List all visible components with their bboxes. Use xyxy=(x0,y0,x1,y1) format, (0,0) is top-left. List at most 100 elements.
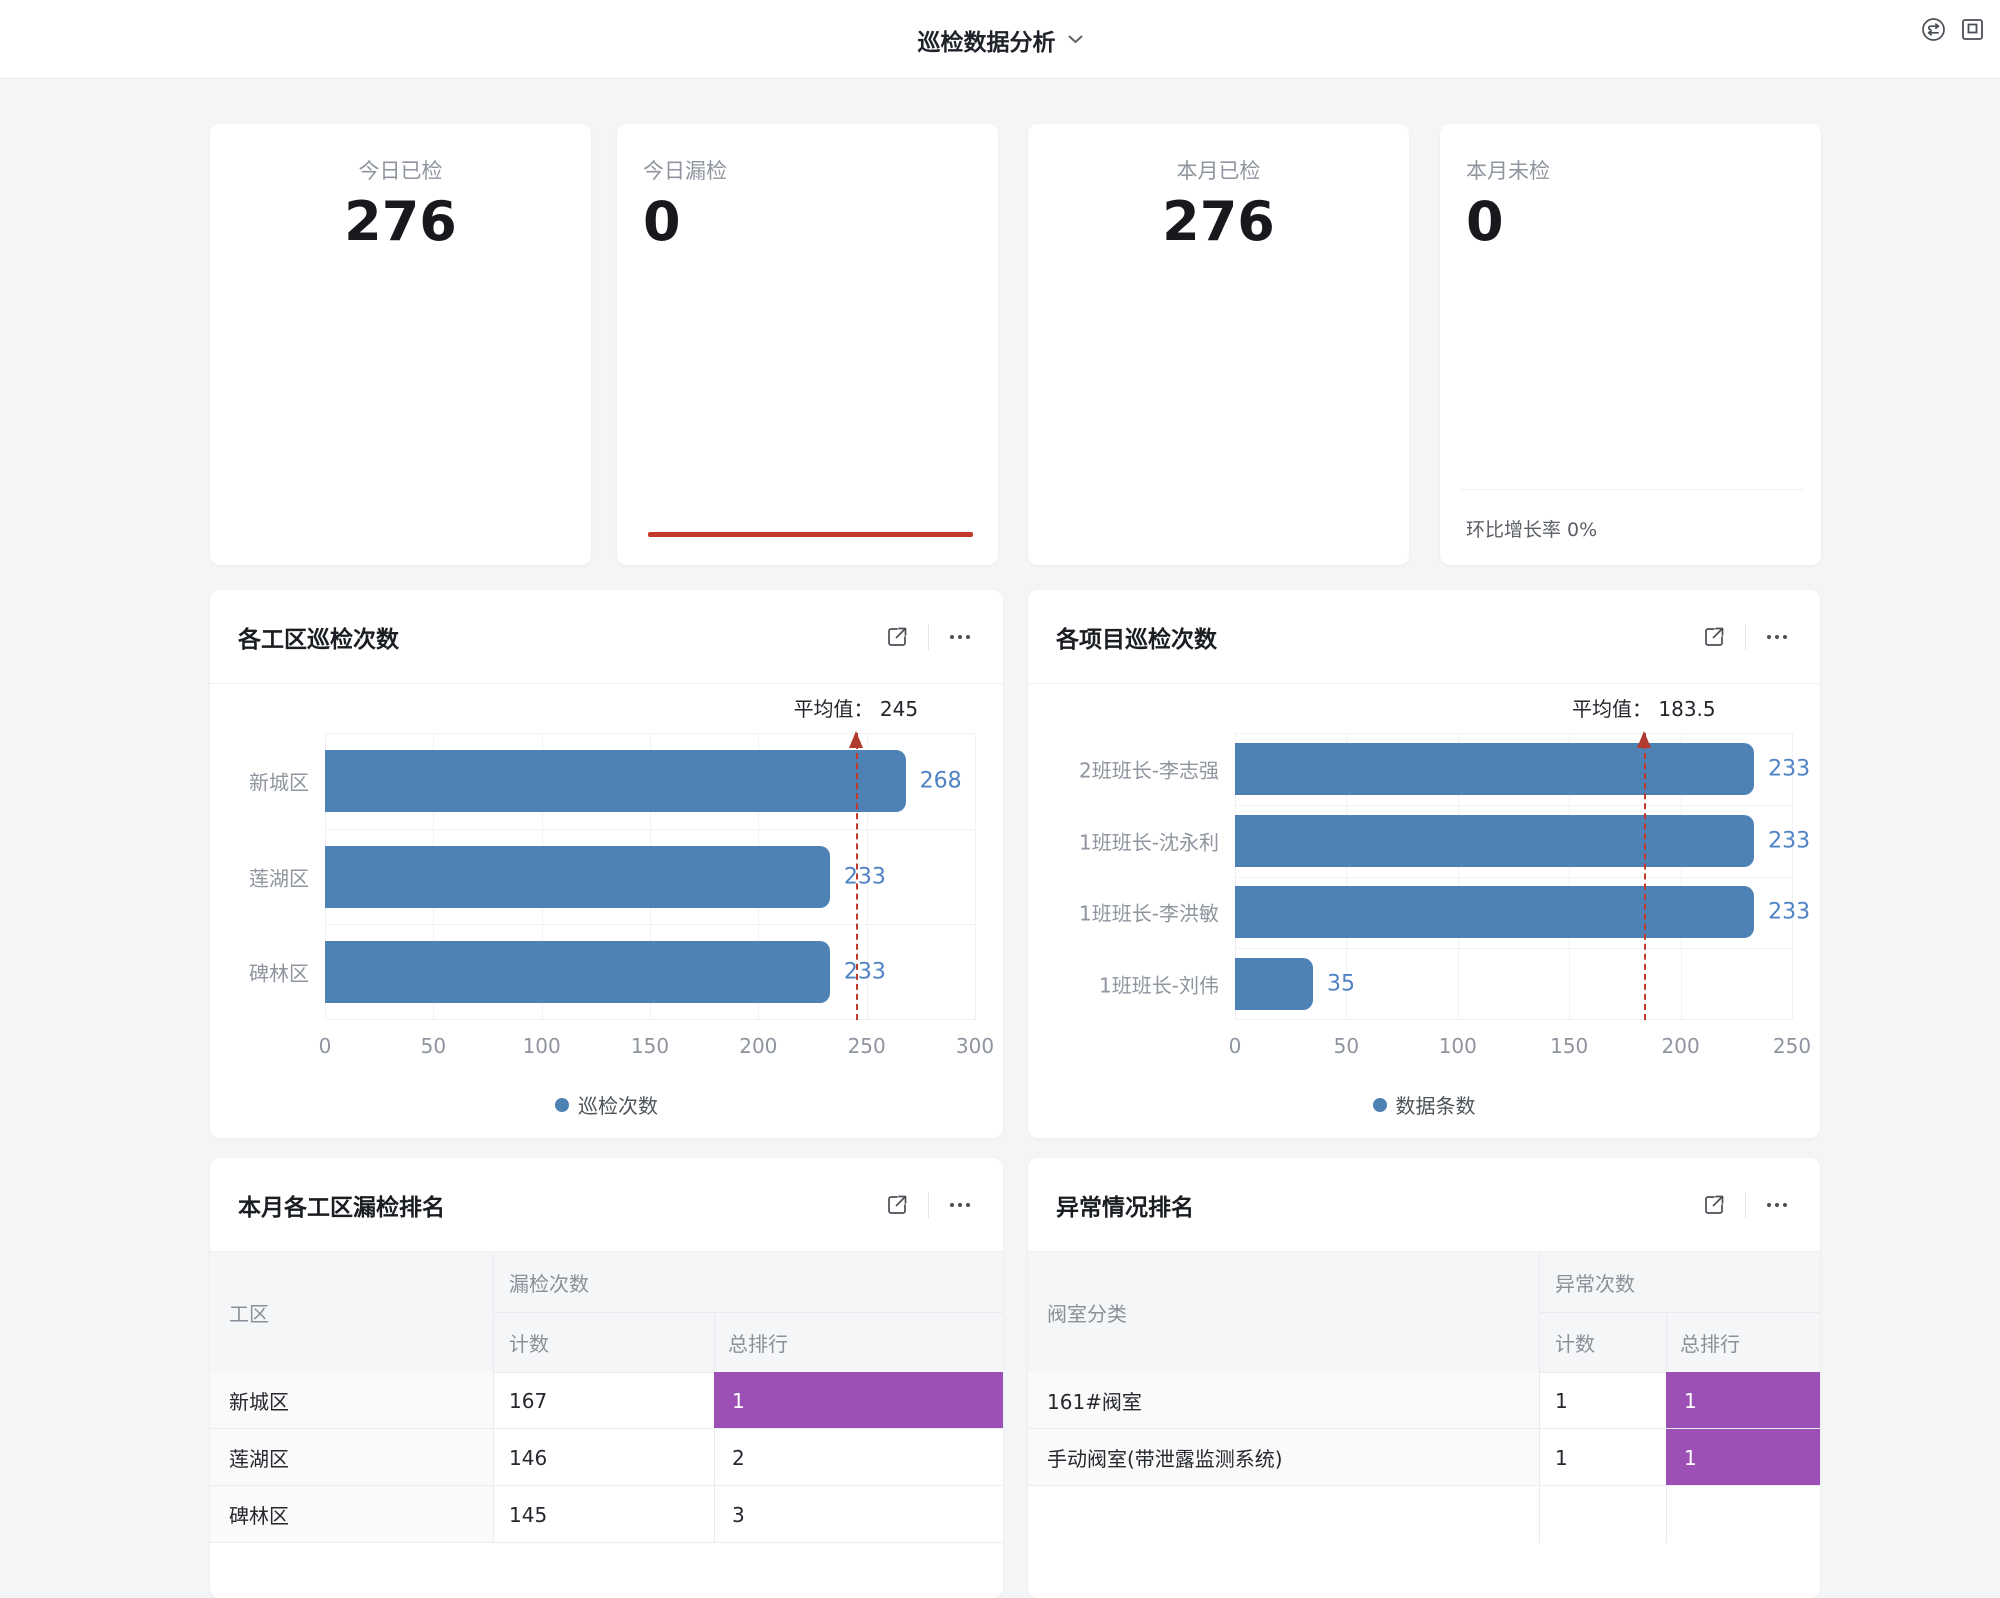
column-header-rank: 总排行 xyxy=(728,1312,788,1372)
page-title-dropdown[interactable]: 巡检数据分析 xyxy=(0,0,2000,79)
more-options-icon[interactable] xyxy=(947,1192,973,1218)
chart-legend[interactable]: 数据条数 xyxy=(1028,1090,1820,1119)
cell-count: 146 xyxy=(509,1429,547,1486)
swap-refresh-icon[interactable] xyxy=(1920,16,1947,43)
column-header-rank: 总排行 xyxy=(1680,1312,1740,1372)
axis-tick-label: 100 xyxy=(523,1034,561,1058)
gridline xyxy=(1235,948,1792,949)
bar-莲湖区 xyxy=(325,846,830,908)
average-line-arrow xyxy=(849,731,863,748)
table-card-anomaly-ranking: 异常情况排名 阀室分类 异常次数 计数 总排行 161#阀室11手动阀室(带泄露… xyxy=(1028,1158,1820,1598)
average-annotation: 平均值： 245 xyxy=(794,693,919,722)
dashboard-page: { "header": { "title": "巡检数据分析" }, "stat… xyxy=(0,0,2000,1598)
cell-name: 手动阀室(带泄露监测系统) xyxy=(1047,1429,1283,1486)
stat-value: 276 xyxy=(210,191,591,253)
axis-tick-label: 100 xyxy=(1439,1034,1477,1058)
gridline xyxy=(1235,733,1792,734)
table-card-missed-ranking: 本月各工区漏检排名 工区 漏检次数 计数 总排行 新城区1671莲湖区1462碑… xyxy=(210,1158,1003,1598)
chart-card-project-inspections: 各项目巡检次数 平均值： 183.5 0501001502002502332班班… xyxy=(1028,590,1820,1138)
stat-label: 本月已检 xyxy=(1028,157,1409,185)
bar-value-label: 35 xyxy=(1327,972,1355,997)
table-row: 新城区 167 1 xyxy=(210,1372,1003,1429)
bar-value-label: 268 xyxy=(920,768,962,793)
column-group-header: 漏检次数 xyxy=(509,1252,589,1312)
chart-title: 各工区巡检次数 xyxy=(238,620,399,654)
legend-label: 巡检次数 xyxy=(578,1090,658,1119)
bar-value-label: 233 xyxy=(1768,900,1810,925)
more-options-icon[interactable] xyxy=(947,624,973,650)
category-label: 新城区 xyxy=(249,766,309,795)
cell-name: 碑林区 xyxy=(229,1486,289,1543)
axis-tick-label: 0 xyxy=(319,1034,332,1058)
cell-rank: 2 xyxy=(732,1429,745,1486)
panel-header: 本月各工区漏检排名 xyxy=(210,1158,1003,1252)
cell-count: 1 xyxy=(1555,1372,1568,1429)
header-actions xyxy=(1920,0,1986,58)
growth-rate-text: 环比增长率 0% xyxy=(1466,515,1597,542)
axis-tick-label: 200 xyxy=(739,1034,777,1058)
cell-count: 1 xyxy=(1555,1429,1568,1486)
category-label: 1班班长-沈永利 xyxy=(1079,826,1219,855)
cell-rank: 1 xyxy=(1684,1372,1697,1429)
bar-新城区 xyxy=(325,750,906,812)
axis-tick-label: 150 xyxy=(1550,1034,1588,1058)
stat-card-month-inspected: 本月已检 276 xyxy=(1028,124,1409,565)
gridline xyxy=(325,1019,975,1020)
column-header: 工区 xyxy=(229,1252,269,1372)
cell-count: 145 xyxy=(509,1486,547,1543)
average-line-arrow xyxy=(1637,731,1651,748)
divider xyxy=(928,624,929,650)
window-icon[interactable] xyxy=(1959,16,1986,43)
category-label: 碑林区 xyxy=(249,958,309,987)
category-label: 2班班长-李志强 xyxy=(1079,754,1219,783)
average-annotation: 平均值： 183.5 xyxy=(1572,693,1716,722)
gridline xyxy=(325,733,975,734)
cell-count: 167 xyxy=(509,1372,547,1429)
export-icon[interactable] xyxy=(1701,1192,1727,1218)
panel-header: 各项目巡检次数 xyxy=(1028,590,1820,684)
export-icon[interactable] xyxy=(1701,624,1727,650)
axis-tick-label: 250 xyxy=(848,1034,886,1058)
category-label: 莲湖区 xyxy=(249,862,309,891)
more-options-icon[interactable] xyxy=(1764,1192,1790,1218)
panel-tools xyxy=(1701,1192,1790,1218)
stat-label: 今日已检 xyxy=(210,157,591,185)
stat-card-month-unchecked: 本月未检 0 环比增长率 0% xyxy=(1440,124,1821,565)
chart-title: 各项目巡检次数 xyxy=(1056,620,1217,654)
stat-label: 本月未检 xyxy=(1440,157,1821,185)
gridline xyxy=(325,924,975,925)
cell-name: 新城区 xyxy=(229,1372,289,1429)
panel-tools xyxy=(884,1192,973,1218)
gridline xyxy=(1235,877,1792,878)
cell-rank: 1 xyxy=(1684,1429,1697,1486)
column-group-header: 异常次数 xyxy=(1555,1252,1635,1312)
export-icon[interactable] xyxy=(884,1192,910,1218)
stat-value: 0 xyxy=(617,191,998,253)
more-options-icon[interactable] xyxy=(1764,624,1790,650)
divider xyxy=(1745,624,1746,650)
bar-value-label: 233 xyxy=(1768,756,1810,781)
stat-card-today-inspected: 今日已检 276 xyxy=(210,124,591,565)
cell-rank: 3 xyxy=(732,1486,745,1543)
bar-1班班长-沈永利 xyxy=(1235,815,1754,867)
axis-tick-label: 150 xyxy=(631,1034,669,1058)
bar-chart-plot: 平均值： 245 050100150200250300268新城区233莲湖区2… xyxy=(325,733,975,1020)
axis-tick-label: 0 xyxy=(1229,1034,1242,1058)
gridline xyxy=(325,829,975,830)
category-label: 1班班长-李洪敏 xyxy=(1079,898,1219,927)
axis-tick-label: 250 xyxy=(1773,1034,1811,1058)
cell-rank: 1 xyxy=(732,1372,745,1429)
panel-header: 异常情况排名 xyxy=(1028,1158,1820,1252)
chart-legend[interactable]: 巡检次数 xyxy=(210,1090,1003,1119)
bar-value-label: 233 xyxy=(844,960,886,985)
divider xyxy=(1539,1312,1820,1313)
panel-tools xyxy=(884,624,973,650)
bar-chart-plot: 平均值： 183.5 0501001502002502332班班长-李志强233… xyxy=(1235,733,1792,1020)
stat-label: 今日漏检 xyxy=(617,157,998,185)
axis-tick-label: 50 xyxy=(1334,1034,1359,1058)
bar-value-label: 233 xyxy=(844,864,886,889)
app-header: 巡检数据分析 xyxy=(0,0,2000,79)
bar-value-label: 233 xyxy=(1768,828,1810,853)
cell-name: 161#阀室 xyxy=(1047,1372,1142,1429)
export-icon[interactable] xyxy=(884,624,910,650)
